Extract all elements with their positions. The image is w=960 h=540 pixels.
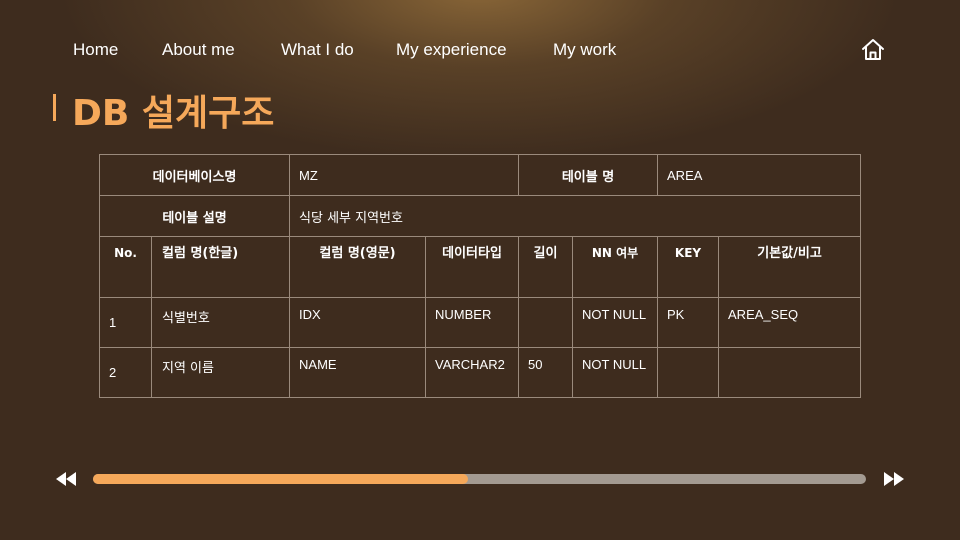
table-name-value: AREA	[657, 154, 862, 196]
progress-track[interactable]	[93, 474, 866, 484]
column-header: NN 여부	[572, 236, 659, 298]
progress-fill	[93, 474, 468, 484]
cell-nn: NOT NULL	[572, 347, 659, 398]
page-title: DB 설계구조	[72, 93, 275, 134]
rewind-icon[interactable]	[54, 470, 78, 488]
db-name-label: 데이터베이스명	[98, 154, 291, 196]
nav-my-experience[interactable]: My experience	[396, 40, 507, 60]
column-header: KEY	[657, 236, 720, 298]
column-header: No.	[99, 236, 152, 298]
cell-name-en: IDX	[289, 297, 427, 348]
cell-name-ko: 지역 이름	[150, 347, 291, 398]
cell-name-en: NAME	[289, 347, 427, 398]
column-header: 컬럼 명(영문)	[289, 236, 427, 298]
table-row: 2 지역 이름 NAME VARCHAR2 50 NOT NULL	[99, 347, 862, 398]
db-name-value: MZ	[289, 154, 520, 196]
cell-nn: NOT NULL	[572, 297, 659, 348]
cell-no: 2	[99, 347, 152, 398]
cell-note	[718, 347, 862, 398]
cell-length	[518, 297, 574, 348]
fast-forward-icon[interactable]	[882, 470, 906, 488]
table-desc-label: 테이블 설명	[98, 195, 291, 237]
table-row: 1 식별번호 IDX NUMBER NOT NULL PK AREA_SEQ	[99, 297, 862, 348]
home-icon[interactable]	[860, 37, 886, 63]
column-header: 데이터타입	[425, 236, 520, 298]
cell-type: VARCHAR2	[425, 347, 520, 398]
column-header-row: No. 컬럼 명(한글) 컬럼 명(영문) 데이터타입 길이 NN 여부 KEY…	[99, 236, 862, 298]
nav-my-work[interactable]: My work	[553, 40, 616, 60]
table-desc-value: 식당 세부 지역번호	[289, 195, 862, 237]
table-info-row: 데이터베이스명 MZ 테이블 명 AREA	[98, 154, 862, 196]
cell-length: 50	[518, 347, 574, 398]
cell-name-ko: 식별번호	[150, 297, 291, 348]
nav-about-me[interactable]: About me	[162, 40, 235, 60]
cell-no: 1	[99, 297, 152, 348]
cell-type: NUMBER	[425, 297, 520, 348]
cell-key	[657, 347, 720, 398]
table-name-label: 테이블 명	[518, 154, 659, 196]
column-header: 기본값/비고	[718, 236, 862, 298]
column-header: 길이	[518, 236, 574, 298]
db-spec-table: 데이터베이스명 MZ 테이블 명 AREA 테이블 설명 식당 세부 지역번호 …	[98, 154, 862, 398]
title-accent-bar	[53, 94, 56, 121]
column-header: 컬럼 명(한글)	[150, 236, 291, 298]
cell-note: AREA_SEQ	[718, 297, 862, 348]
cell-key: PK	[657, 297, 720, 348]
nav-home[interactable]: Home	[73, 40, 118, 60]
nav-what-i-do[interactable]: What I do	[281, 40, 354, 60]
table-desc-row: 테이블 설명 식당 세부 지역번호	[98, 195, 862, 237]
